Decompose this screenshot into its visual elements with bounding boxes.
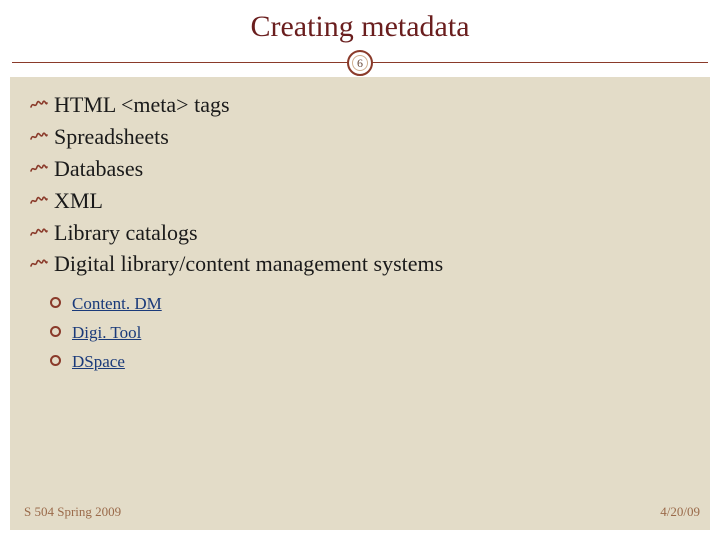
list-item: Digital library/content management syste… [30, 248, 690, 280]
sub-list-item: Digi. Tool [50, 319, 690, 348]
list-item-text: HTML <meta> tags [54, 92, 230, 117]
content-area: HTML <meta> tags Spreadsheets Databases … [10, 77, 710, 530]
circle-bullet-icon [50, 297, 61, 308]
footer: S 504 Spring 2009 4/20/09 [10, 504, 710, 520]
list-item: Spreadsheets [30, 121, 690, 153]
scribble-bullet-icon [30, 97, 48, 111]
list-item-text: XML [54, 188, 103, 213]
list-item: HTML <meta> tags [30, 89, 690, 121]
page-number: 6 [357, 56, 363, 71]
scribble-bullet-icon [30, 225, 48, 239]
list-item: XML [30, 185, 690, 217]
scribble-bullet-icon [30, 129, 48, 143]
slide: Creating metadata 6 HTML <meta> tags Spr… [0, 0, 720, 540]
sub-list: Content. DM Digi. Tool DSpace [50, 290, 690, 377]
circle-bullet-icon [50, 355, 61, 366]
footer-right: 4/20/09 [660, 504, 700, 520]
list-item-text: Library catalogs [54, 220, 198, 245]
scribble-bullet-icon [30, 161, 48, 175]
slide-title: Creating metadata [0, 10, 720, 44]
footer-left: S 504 Spring 2009 [24, 504, 121, 520]
circle-bullet-icon [50, 326, 61, 337]
link-dspace[interactable]: DSpace [72, 352, 125, 371]
scribble-bullet-icon [30, 256, 48, 270]
scribble-bullet-icon [30, 193, 48, 207]
list-item-text: Digital library/content management syste… [54, 251, 443, 276]
list-item-text: Spreadsheets [54, 124, 169, 149]
page-number-badge: 6 [347, 50, 373, 76]
sub-list-item: Content. DM [50, 290, 690, 319]
list-item: Library catalogs [30, 217, 690, 249]
bullet-list: HTML <meta> tags Spreadsheets Databases … [30, 89, 690, 280]
title-area: Creating metadata [0, 0, 720, 52]
link-contentdm[interactable]: Content. DM [72, 294, 162, 313]
list-item-text: Databases [54, 156, 143, 181]
list-item: Databases [30, 153, 690, 185]
link-digitool[interactable]: Digi. Tool [72, 323, 141, 342]
sub-list-item: DSpace [50, 348, 690, 377]
